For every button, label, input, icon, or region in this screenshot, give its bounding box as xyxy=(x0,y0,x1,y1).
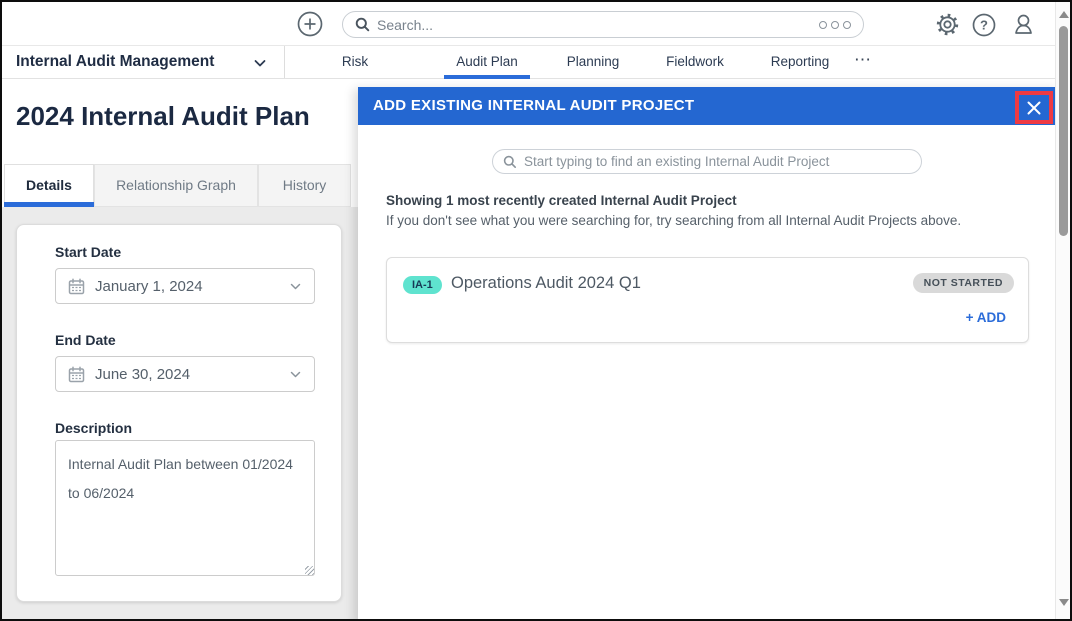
workspace-selector[interactable]: Internal Audit Management xyxy=(16,46,214,78)
gear-icon xyxy=(935,12,960,37)
search-options-icon[interactable] xyxy=(819,21,851,29)
search-icon xyxy=(355,17,370,32)
nav-tab-planning[interactable]: Planning xyxy=(562,46,624,79)
results-hint: If you don't see what you were searching… xyxy=(386,213,961,228)
tab-relationship-graph[interactable]: Relationship Graph xyxy=(94,164,258,207)
description-label: Description xyxy=(55,420,132,436)
chevron-down-icon xyxy=(289,368,302,381)
end-date-value: June 30, 2024 xyxy=(95,366,289,383)
tab-history[interactable]: History xyxy=(258,164,351,207)
scroll-up-arrow-icon[interactable] xyxy=(1059,11,1069,18)
description-textarea[interactable]: Internal Audit Plan between 01/2024 to 0… xyxy=(55,440,315,576)
settings-button[interactable] xyxy=(935,12,960,37)
nav-tab-reporting[interactable]: Reporting xyxy=(770,46,830,79)
user-menu-button[interactable] xyxy=(1011,12,1036,37)
modal-title: ADD EXISTING INTERNAL AUDIT PROJECT xyxy=(373,87,694,125)
modal-search-input[interactable] xyxy=(524,154,911,169)
global-search[interactable] xyxy=(342,11,864,38)
svg-text:?: ? xyxy=(980,18,988,33)
chevron-down-icon xyxy=(252,55,268,71)
scrollbar-thumb[interactable] xyxy=(1059,26,1068,236)
calendar-icon xyxy=(68,366,85,383)
nav-tab-fieldwork[interactable]: Fieldwork xyxy=(662,46,728,79)
resize-handle[interactable] xyxy=(305,566,314,575)
end-date-label: End Date xyxy=(55,332,116,348)
tab-details[interactable]: Details xyxy=(4,164,94,207)
details-panel: Start Date January 1, 2024 End Date June… xyxy=(16,224,342,602)
nav-tab-audit-plan[interactable]: Audit Plan xyxy=(444,46,530,79)
scroll-down-arrow-icon[interactable] xyxy=(1059,599,1069,606)
create-new-button[interactable] xyxy=(297,11,323,37)
user-icon xyxy=(1011,12,1036,37)
start-date-label: Start Date xyxy=(55,244,121,260)
top-bar: ? xyxy=(2,2,1072,46)
global-search-input[interactable] xyxy=(377,17,819,33)
page-title: 2024 Internal Audit Plan xyxy=(16,101,310,132)
start-date-field[interactable]: January 1, 2024 xyxy=(55,268,315,304)
status-badge: NOT STARTED xyxy=(913,273,1014,293)
end-date-field[interactable]: June 30, 2024 xyxy=(55,356,315,392)
add-project-link[interactable]: + ADD xyxy=(966,310,1006,325)
help-button[interactable]: ? xyxy=(972,13,997,38)
modal-search[interactable] xyxy=(492,149,922,174)
close-icon xyxy=(1026,100,1042,116)
main-nav: Internal Audit Management Risk Assessmen… xyxy=(2,46,1072,79)
start-date-value: January 1, 2024 xyxy=(95,278,289,295)
vertical-scrollbar[interactable] xyxy=(1055,2,1070,619)
nav-tab-risk-assessment[interactable]: Risk Assessment xyxy=(305,46,405,79)
project-card[interactable]: IA-1 Operations Audit 2024 Q1 NOT STARTE… xyxy=(386,257,1029,343)
add-existing-project-modal: ADD EXISTING INTERNAL AUDIT PROJECT Show… xyxy=(358,87,1059,621)
chevron-down-icon xyxy=(289,280,302,293)
search-icon xyxy=(503,155,517,169)
detail-tabs: Details Relationship Graph History xyxy=(2,164,358,207)
modal-close-button[interactable] xyxy=(1015,91,1053,124)
project-id-badge: IA-1 xyxy=(403,276,442,294)
calendar-icon xyxy=(68,278,85,295)
app-window: ? Internal Audit Management Risk Assessm… xyxy=(0,0,1072,621)
project-title: Operations Audit 2024 Q1 xyxy=(451,274,641,293)
modal-header: ADD EXISTING INTERNAL AUDIT PROJECT xyxy=(358,87,1059,125)
results-heading: Showing 1 most recently created Internal… xyxy=(386,193,737,208)
nav-overflow-button[interactable]: ⋯ xyxy=(854,46,872,77)
question-circle-icon: ? xyxy=(972,13,997,37)
page-header: 2024 Internal Audit Plan xyxy=(2,79,358,164)
nav-divider xyxy=(284,46,285,78)
plus-circle-icon xyxy=(297,11,323,37)
